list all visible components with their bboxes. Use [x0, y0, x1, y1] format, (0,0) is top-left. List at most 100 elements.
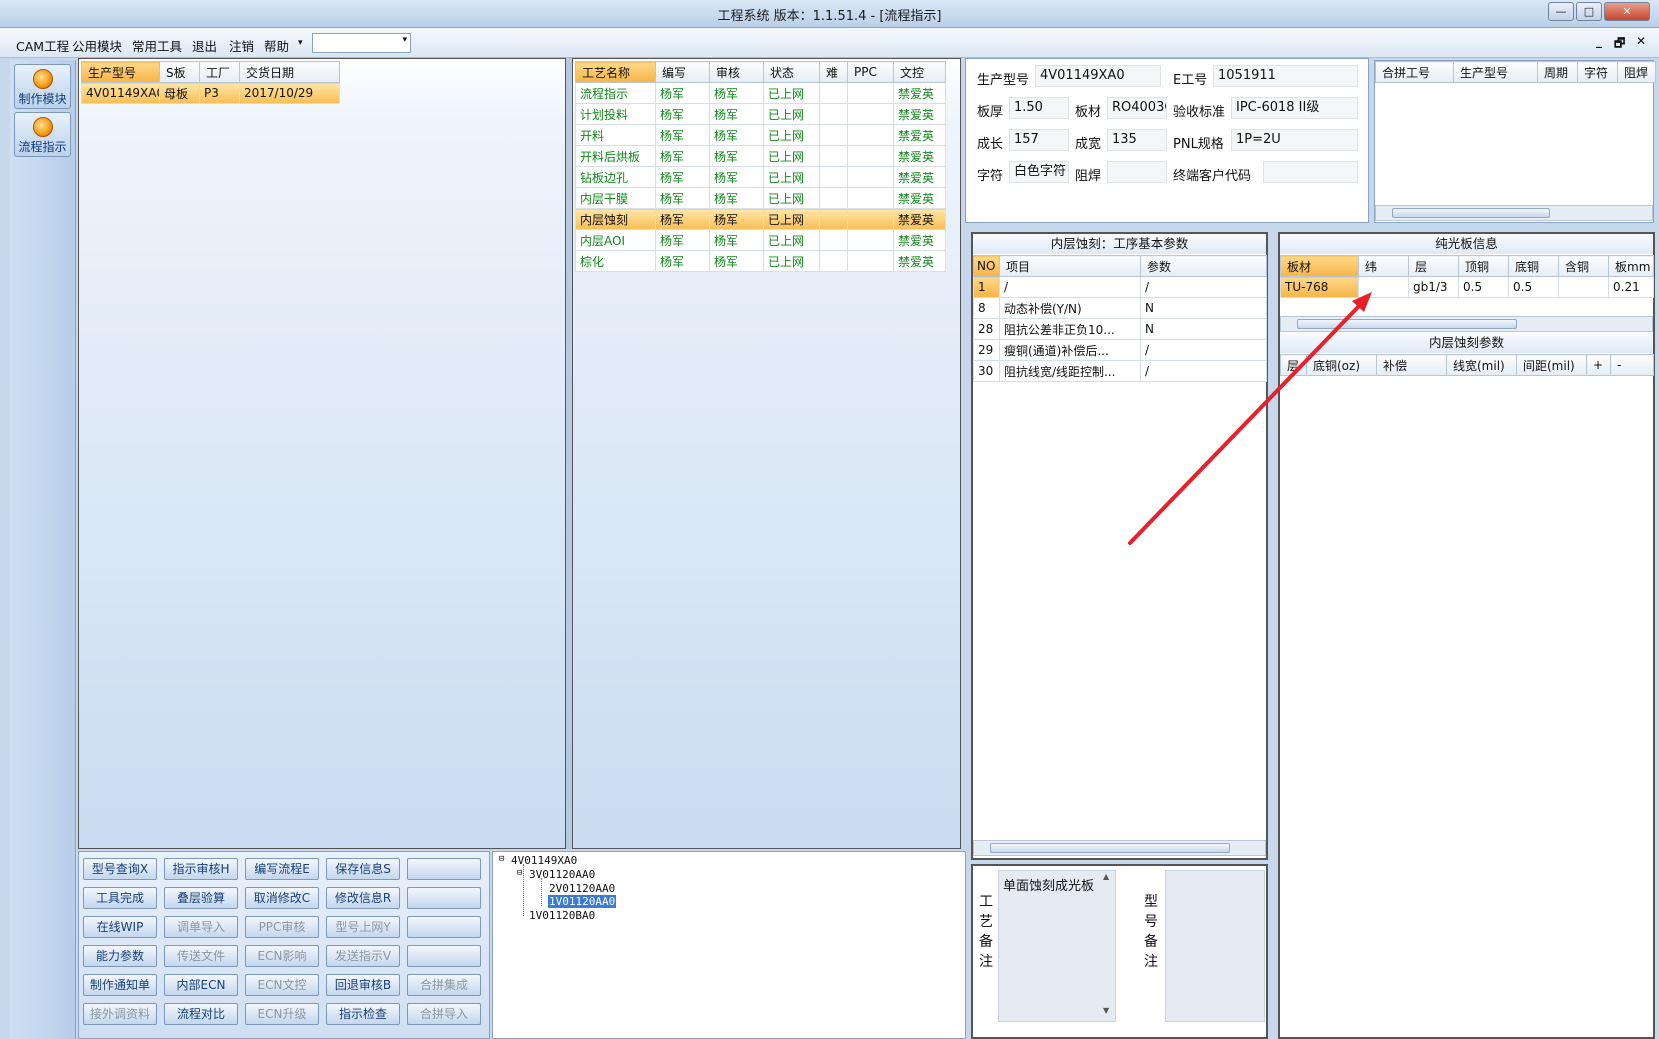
action-button[interactable]: 叠层验算	[164, 887, 238, 909]
cell[interactable]: 棕化	[575, 250, 656, 272]
cell[interactable]: P3	[199, 82, 240, 104]
table-row[interactable]: 8 动态补偿(Y/N) N	[973, 297, 1267, 319]
scroll-up-icon[interactable]: ▲	[1103, 872, 1109, 881]
cell[interactable]: 30	[973, 360, 1000, 382]
cell[interactable]	[819, 250, 848, 272]
cell[interactable]	[819, 124, 848, 146]
thickness-field[interactable]: 1.50	[1009, 97, 1069, 119]
col-header[interactable]: 纬	[1358, 255, 1409, 277]
cell[interactable]: 已上网	[763, 82, 820, 104]
cell[interactable]	[847, 166, 894, 188]
cell[interactable]: 已上网	[763, 124, 820, 146]
cell[interactable]: 杨军	[655, 103, 710, 125]
cell[interactable]: 开料	[575, 124, 656, 146]
cell[interactable]: N	[1140, 297, 1267, 319]
cell[interactable]: 内层蚀刻	[575, 208, 656, 230]
action-button[interactable]: 编写流程E	[245, 858, 319, 880]
action-button[interactable]	[407, 887, 481, 909]
cell[interactable]	[847, 103, 894, 125]
model-field[interactable]: 4V01149XA0	[1035, 65, 1161, 87]
mdi-minimize-button[interactable]: _	[1596, 34, 1602, 48]
tree-toggle-icon[interactable]: ⊟	[517, 868, 522, 878]
col-header[interactable]: 含铜	[1558, 255, 1609, 277]
cell[interactable]: 0.21	[1608, 276, 1654, 298]
cell[interactable]: 杨军	[709, 229, 764, 251]
cell[interactable]: 禁爱英	[893, 124, 946, 146]
action-button[interactable]: 内部ECN	[164, 974, 238, 996]
cell[interactable]: 杨军	[709, 145, 764, 167]
action-button[interactable]	[407, 945, 481, 967]
cell[interactable]	[819, 208, 848, 230]
col-header[interactable]: 难	[819, 61, 848, 83]
chevron-down-icon[interactable]: ▾	[402, 35, 407, 45]
menu-logout[interactable]: 注销	[229, 36, 254, 55]
cell[interactable]	[847, 250, 894, 272]
cell[interactable]	[819, 82, 848, 104]
col-header[interactable]: 底铜	[1508, 255, 1559, 277]
cell[interactable]	[1358, 276, 1409, 298]
params-horizontal-scrollbar[interactable]	[973, 840, 1266, 856]
col-header[interactable]: 项目	[999, 255, 1141, 277]
cell[interactable]: 禁爱英	[893, 229, 946, 251]
cell[interactable]: 开料后烘板	[575, 145, 656, 167]
col-header[interactable]: 字符	[1577, 61, 1618, 83]
cell[interactable]: 禁爱英	[893, 187, 946, 209]
laminate-horizontal-scrollbar[interactable]	[1280, 316, 1653, 332]
standard-field[interactable]: IPC-6018 II级	[1231, 97, 1358, 119]
cell[interactable]	[847, 124, 894, 146]
cell[interactable]: 29	[973, 339, 1000, 361]
cell[interactable]: /	[1140, 339, 1267, 361]
col-header[interactable]: 顶铜	[1458, 255, 1509, 277]
action-button[interactable]: ECN升级	[245, 1003, 319, 1025]
col-header[interactable]: 板材	[1280, 255, 1359, 277]
table-row[interactable]: 28 阻抗公差非正负10... N	[973, 318, 1267, 340]
tree-node[interactable]: 1V01120BA0	[529, 909, 595, 922]
col-header[interactable]: 层	[1408, 255, 1459, 277]
cell[interactable]: 4V01149XA0	[81, 82, 160, 104]
cell[interactable]: 2017/10/29	[239, 82, 340, 104]
cell[interactable]	[847, 187, 894, 209]
action-button[interactable]	[407, 858, 481, 880]
col-header[interactable]: NO	[973, 255, 1000, 277]
menu-exit[interactable]: 退出	[192, 36, 217, 55]
col-header[interactable]: 状态	[763, 61, 820, 83]
action-button[interactable]: ECN文控	[245, 974, 319, 996]
tree-node[interactable]: 4V01149XA0	[511, 854, 577, 867]
col-header[interactable]: 合拼工号	[1375, 61, 1454, 83]
cell[interactable]: 内层AOI	[575, 229, 656, 251]
mdi-close-button[interactable]: ✕	[1636, 34, 1646, 48]
menu-tools[interactable]: 常用工具	[132, 36, 182, 55]
cell[interactable]: 杨军	[709, 82, 764, 104]
close-button[interactable]: ✕	[1604, 2, 1650, 21]
action-button[interactable]: 指示检查	[326, 1003, 400, 1025]
sidebar-item-flow-instruction[interactable]: 流程指示	[14, 112, 71, 157]
length-field[interactable]: 157	[1009, 129, 1069, 151]
cell[interactable]: 禁爱英	[893, 166, 946, 188]
cell[interactable]: 杨军	[709, 187, 764, 209]
table-row[interactable]: 计划投料 杨军 杨军 已上网 禁爱英	[575, 103, 946, 125]
material-field[interactable]: RO4003C	[1107, 97, 1167, 119]
cell[interactable]: TU-768	[1280, 276, 1359, 298]
character-field[interactable]: 白色字符	[1009, 161, 1069, 183]
maximize-button[interactable]: □	[1576, 2, 1602, 21]
cell[interactable]: 杨军	[709, 250, 764, 272]
cell[interactable]: 杨军	[655, 145, 710, 167]
action-button[interactable]: 保存信息S	[326, 858, 400, 880]
pnl-field[interactable]: 1P=2U	[1231, 129, 1358, 151]
table-row[interactable]: 开料后烘板 杨军 杨军 已上网 禁爱英	[575, 145, 946, 167]
col-header[interactable]: 间距(mil)	[1516, 354, 1587, 376]
cell[interactable]: 0.5	[1508, 276, 1559, 298]
cell[interactable]: 杨军	[655, 166, 710, 188]
scroll-thumb[interactable]	[990, 843, 1230, 853]
cell[interactable]: 杨军	[655, 82, 710, 104]
tree-toggle-icon[interactable]: ⊟	[499, 854, 504, 864]
cell[interactable]: 钻板边孔	[575, 166, 656, 188]
table-row[interactable]: 内层干膜 杨军 杨军 已上网 禁爱英	[575, 187, 946, 209]
cell[interactable]: 已上网	[763, 208, 820, 230]
cell[interactable]	[847, 145, 894, 167]
table-row[interactable]: 4V01149XA0 母板 P3 2017/10/29	[81, 82, 340, 104]
action-button[interactable]: 合拼导入	[407, 1003, 481, 1025]
table-row[interactable]: 棕化 杨军 杨军 已上网 禁爱英	[575, 250, 946, 272]
eno-field[interactable]: 1051911	[1213, 65, 1358, 87]
mdi-restore-button[interactable]: 🗗	[1614, 34, 1625, 55]
